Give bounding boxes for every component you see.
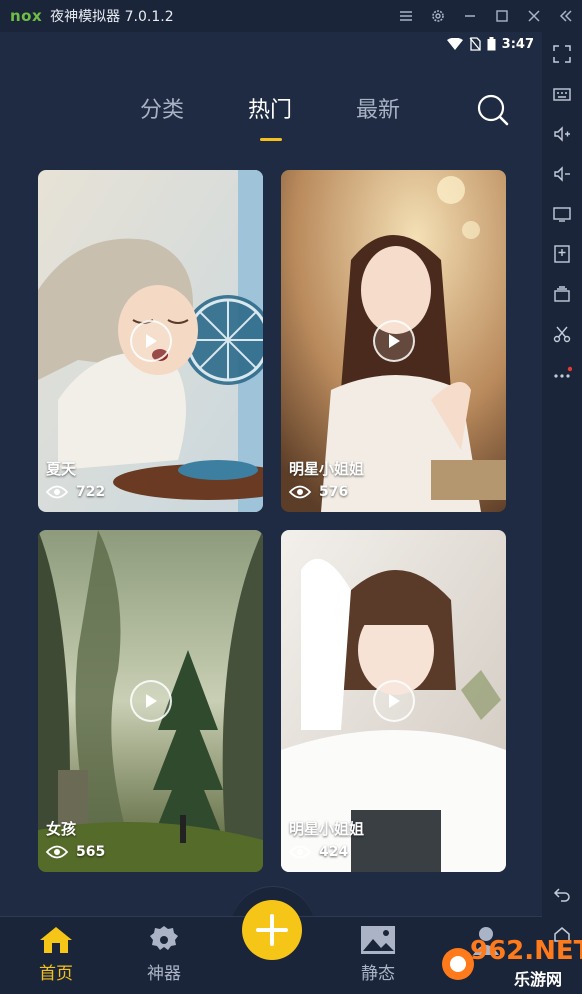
nav-label: 首页: [39, 964, 73, 984]
tab-latest[interactable]: 最新: [356, 92, 400, 124]
more-icon[interactable]: [542, 356, 582, 392]
card-title: 明星小姐姐: [289, 820, 365, 838]
screen-icon[interactable]: [542, 196, 582, 232]
no-sim-icon: [469, 37, 481, 51]
view-count: 576: [289, 484, 348, 500]
wallpaper-card[interactable]: 女孩 565: [38, 530, 263, 872]
plus-icon: [256, 914, 288, 946]
card-title: 明星小姐姐: [289, 460, 365, 478]
wifi-icon: [446, 38, 463, 50]
tab-popular[interactable]: 热门: [248, 92, 292, 124]
apk-install-icon[interactable]: [542, 236, 582, 272]
volume-down-icon[interactable]: [542, 156, 582, 192]
phone-screen: 3:47 分类 热门 最新 夏天 722 明星小姐姐 576 女孩 565 明星…: [0, 32, 542, 994]
window-title: 夜神模拟器 7.0.1.2: [50, 9, 174, 25]
nav-item-tools[interactable]: 神器: [129, 925, 199, 984]
multi-instance-icon[interactable]: [542, 276, 582, 312]
emulator-titlebar: nox 夜神模拟器 7.0.1.2: [0, 0, 582, 32]
view-count-value: 565: [76, 844, 106, 860]
clock: 3:47: [501, 36, 534, 52]
search-icon[interactable]: [475, 92, 511, 128]
menu-icon[interactable]: [390, 0, 422, 32]
close-icon[interactable]: [518, 0, 550, 32]
home-icon: [40, 927, 72, 953]
nav-item-static[interactable]: 静态: [343, 925, 413, 984]
play-icon[interactable]: [373, 320, 415, 362]
eye-icon: [46, 485, 68, 499]
gear-icon: [150, 926, 178, 950]
view-count: 722: [46, 484, 105, 500]
fullscreen-icon[interactable]: [542, 36, 582, 72]
active-tab-indicator: [260, 138, 282, 141]
emulator-side-toolbar: [542, 32, 582, 994]
nav-item-home[interactable]: 首页: [21, 925, 91, 984]
card-title: 夏天: [46, 460, 77, 478]
view-count: 565: [46, 844, 105, 860]
top-tabs: 分类 热门 最新: [0, 92, 542, 132]
eye-icon: [289, 845, 311, 859]
wallpaper-card[interactable]: 明星小姐姐 424: [281, 530, 506, 872]
play-icon[interactable]: [130, 320, 172, 362]
eye-icon: [46, 845, 68, 859]
play-icon[interactable]: [130, 680, 172, 722]
eye-icon: [289, 485, 311, 499]
view-count-value: 722: [76, 484, 106, 500]
android-statusbar: 3:47: [0, 32, 542, 56]
card-title: 女孩: [46, 820, 77, 838]
scissors-icon[interactable]: [542, 316, 582, 352]
battery-icon: [487, 37, 496, 51]
gear-icon[interactable]: [422, 0, 454, 32]
wallpaper-card[interactable]: 夏天 722: [38, 170, 263, 512]
nav-label: 神器: [147, 964, 181, 984]
tab-category[interactable]: 分类: [140, 92, 184, 124]
watermark-brand: 962.NET: [470, 936, 582, 966]
minimize-icon[interactable]: [454, 0, 486, 32]
keyboard-icon[interactable]: [542, 76, 582, 112]
volume-up-icon[interactable]: [542, 116, 582, 152]
view-count-value: 424: [319, 844, 349, 860]
back-icon[interactable]: [542, 876, 582, 912]
image-icon: [361, 926, 395, 954]
emulator-window: nox 夜神模拟器 7.0.1.2 3:47 分类 热门 最新 夏天 722 明…: [0, 0, 582, 994]
view-count-value: 576: [319, 484, 349, 500]
site-watermark: 962.NET 乐游网: [440, 934, 582, 990]
maximize-icon[interactable]: [486, 0, 518, 32]
nox-logo: nox: [10, 7, 43, 25]
add-button[interactable]: [242, 900, 302, 960]
watermark-sub: 乐游网: [514, 970, 563, 989]
wallpaper-card[interactable]: 明星小姐姐 576: [281, 170, 506, 512]
view-count: 424: [289, 844, 348, 860]
play-icon[interactable]: [373, 680, 415, 722]
collapse-icon[interactable]: [550, 0, 582, 32]
nav-label: 静态: [361, 964, 395, 984]
